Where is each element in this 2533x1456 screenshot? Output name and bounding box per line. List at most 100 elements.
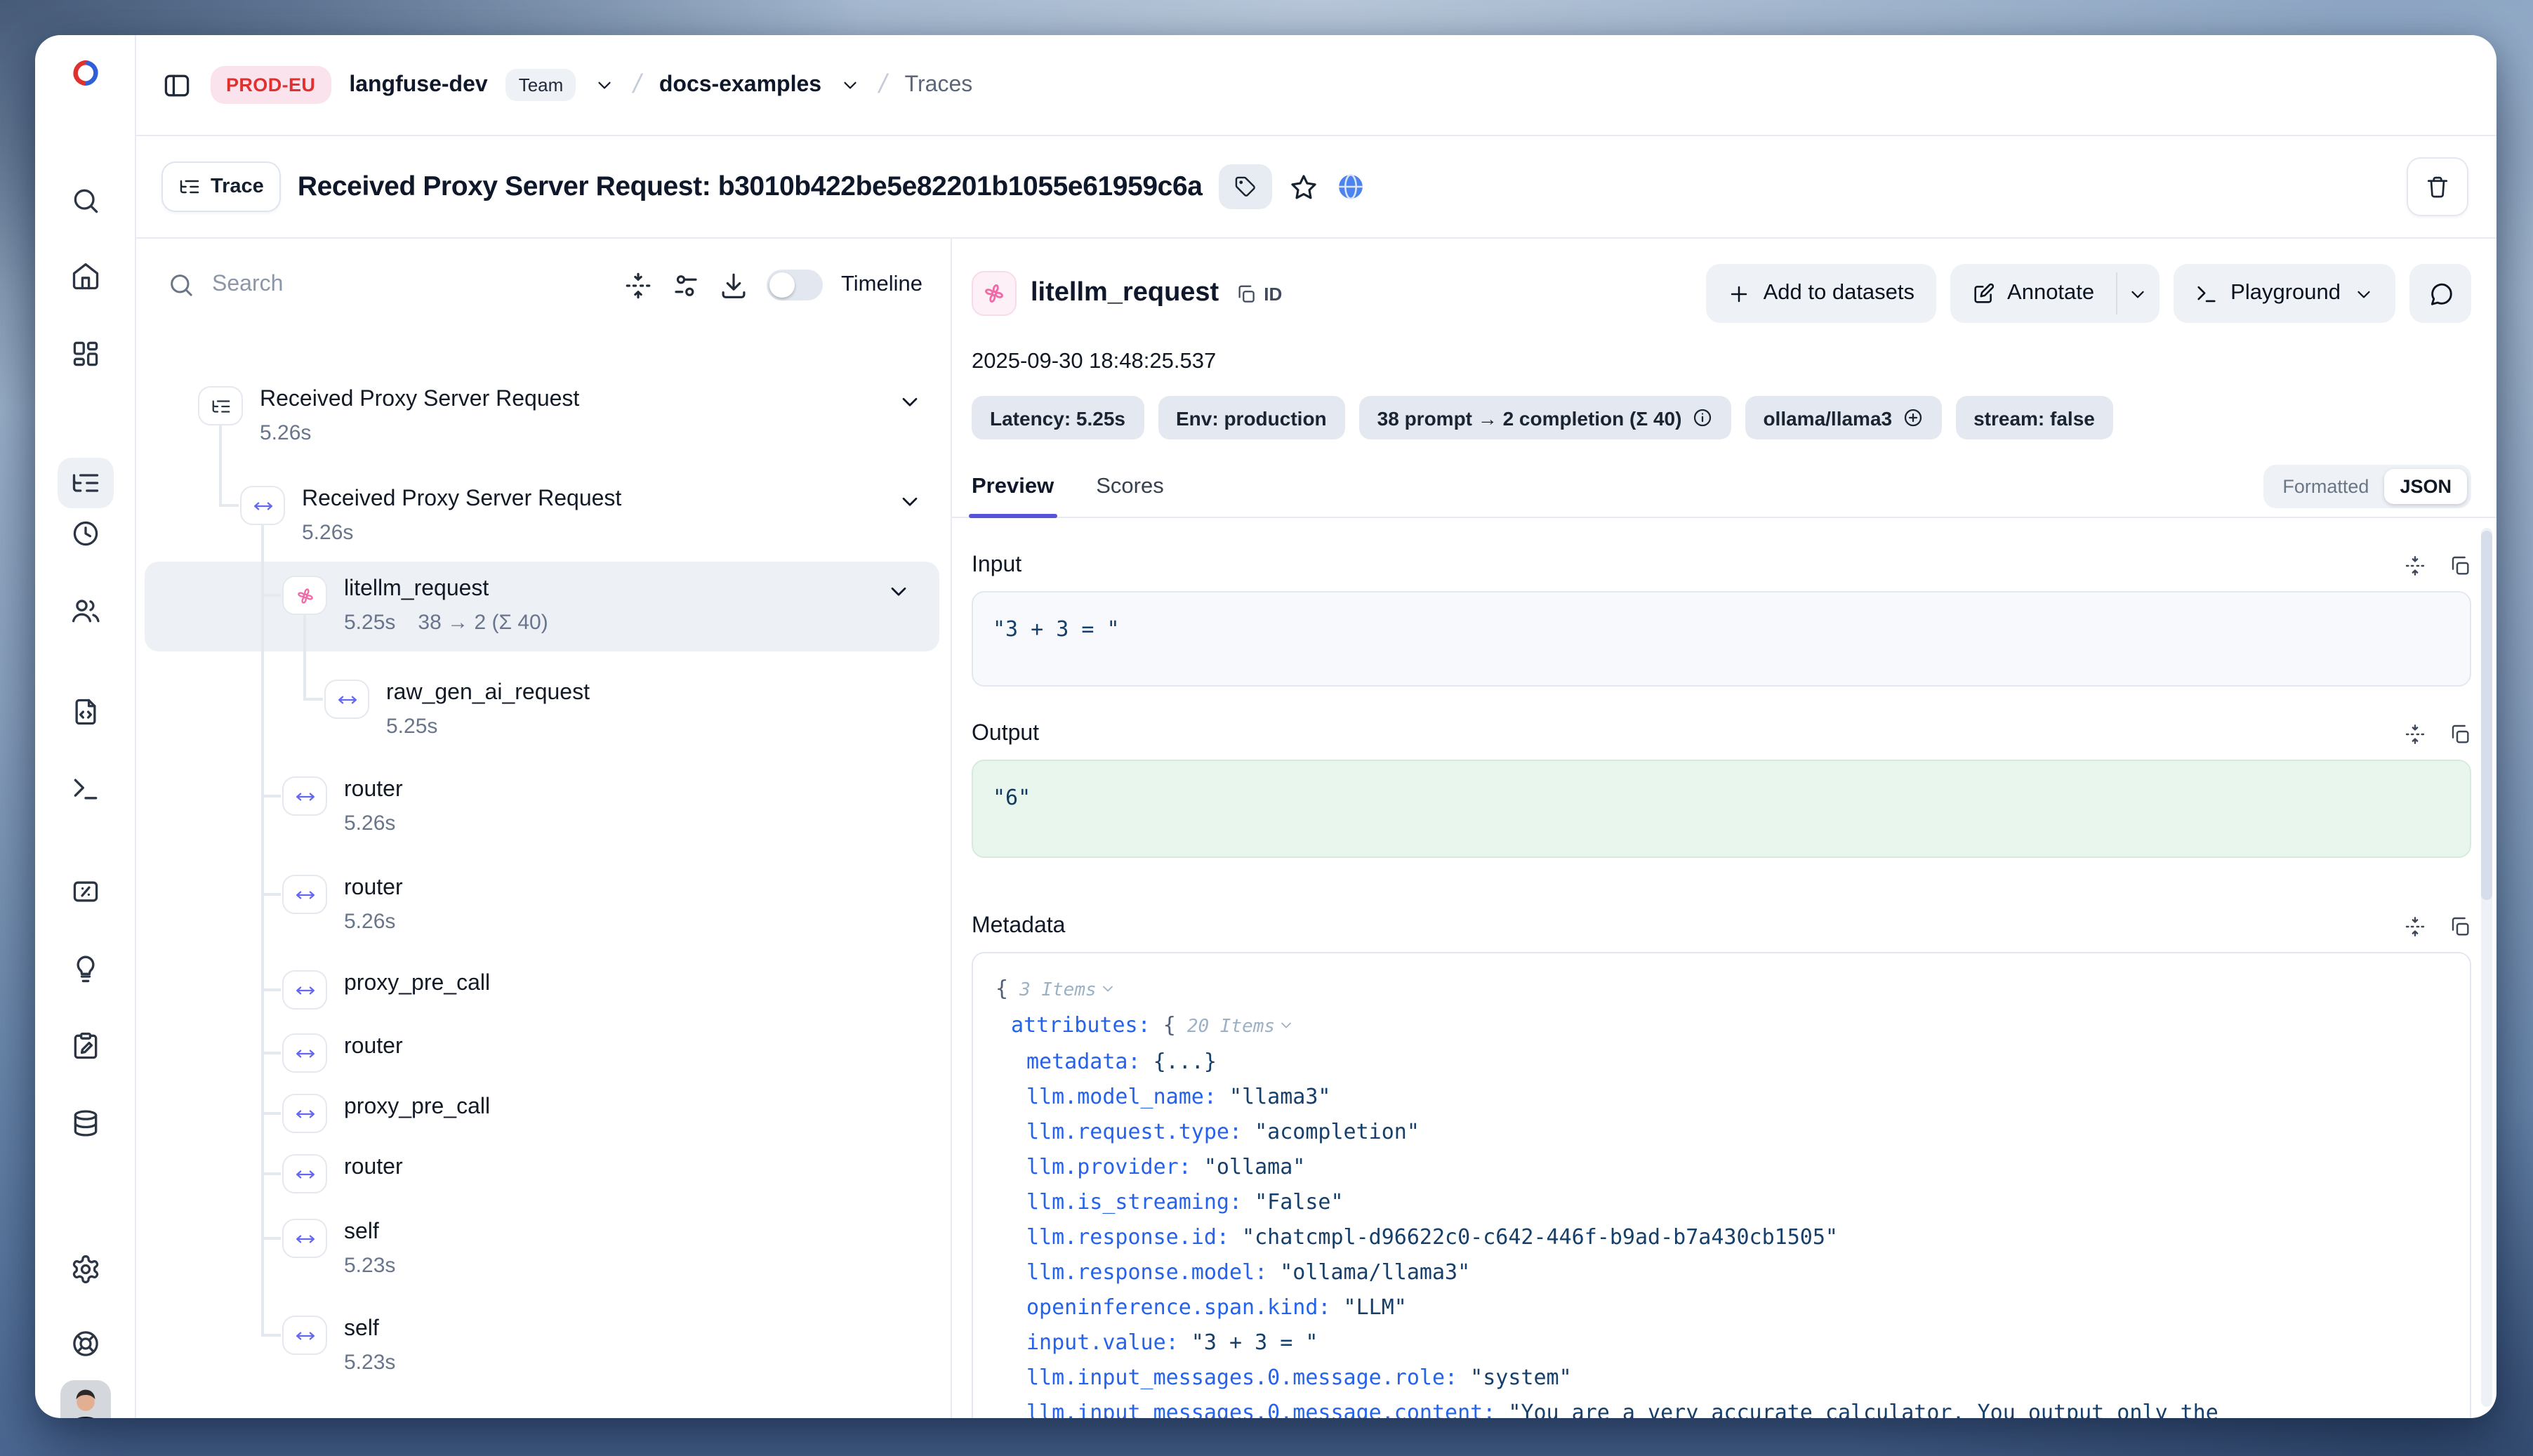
collapse-icon[interactable] [2404, 915, 2426, 938]
metadata-json-line: metadata: {...} [996, 1045, 2447, 1080]
org-type-badge: Team [506, 69, 576, 101]
fold-vertical-icon[interactable] [623, 270, 653, 300]
project-name[interactable]: docs-examples [659, 72, 821, 98]
tree-connector [261, 594, 281, 596]
sidebar-item-tracing-icon[interactable] [57, 458, 113, 508]
org-name[interactable]: langfuse-dev [349, 72, 487, 98]
timeline-toggle[interactable] [767, 270, 823, 300]
sidebar-item-lifebuoy-icon[interactable] [57, 1318, 113, 1369]
sidebar-item-users-icon[interactable] [57, 585, 113, 636]
tree-connector [261, 988, 281, 991]
sidebar-item-dashboards-icon[interactable] [57, 329, 113, 379]
metadata-json-line[interactable]: {3 Items [996, 972, 2447, 1008]
tree-connector [261, 1052, 281, 1054]
metadata-label: Metadata [972, 914, 1065, 939]
metadata-json-line[interactable]: attributes: {20 Items [996, 1008, 2447, 1045]
input-value-box: "3 + 3 = " [972, 591, 2471, 687]
sidebar-item-terminal-icon[interactable] [57, 764, 113, 814]
annotate-chevron-button[interactable] [2117, 264, 2159, 323]
playground-button[interactable]: Playground [2173, 264, 2395, 323]
playground-chevron-icon [2353, 282, 2374, 305]
metadata-json-line: llm.provider: "ollama" [996, 1150, 2447, 1185]
filter-sliders-icon[interactable] [671, 270, 701, 300]
tree-node-router[interactable]: router5.26s [136, 769, 951, 848]
sidebar-item-percent-card-icon[interactable] [57, 866, 113, 917]
output-section-header: Output [972, 722, 2471, 747]
add-to-datasets-button[interactable]: Add to datasets [1706, 264, 1936, 323]
trace-type-chip: Trace [161, 161, 281, 212]
tree-connector [219, 424, 221, 505]
terminal-icon [2194, 282, 2218, 305]
observation-actions: Add to datasets Annotate P [1706, 264, 2471, 323]
tree-node-router[interactable]: router [136, 1149, 951, 1196]
sidebar-item-settings-icon[interactable] [57, 1244, 113, 1295]
span-icon [324, 680, 369, 719]
environment-badge[interactable]: PROD-EU [211, 66, 331, 104]
annotate-button[interactable]: Annotate [1950, 264, 2115, 323]
tree-node-router[interactable]: router5.26s [136, 868, 951, 946]
search-input[interactable] [209, 271, 369, 299]
info-icon[interactable] [1691, 407, 1712, 428]
format-option-formatted[interactable]: Formatted [2267, 469, 2384, 504]
globe-icon[interactable] [1336, 171, 1367, 202]
app-window: PROD-EU langfuse-dev Team / docs-example… [35, 35, 2496, 1418]
chevron-down-icon[interactable] [886, 578, 911, 611]
scrollbar-thumb[interactable] [2481, 531, 2492, 900]
sidebar-item-home-icon[interactable] [57, 251, 113, 302]
collapse-icon[interactable] [2404, 723, 2426, 746]
copy-icon[interactable] [2449, 555, 2471, 577]
plus-icon [1727, 282, 1751, 305]
sidebar-item-database-icon[interactable] [57, 1098, 113, 1149]
tree-node-raw-gen-ai-request[interactable]: raw_gen_ai_request5.25s [136, 673, 951, 751]
delete-trace-button[interactable] [2407, 157, 2468, 216]
generation-icon [972, 271, 1017, 316]
sidebar-toggle-icon[interactable] [161, 70, 192, 100]
status-badge: 38 prompt → 2 completion (Σ 40) [1359, 396, 1731, 439]
desktop-background: PROD-EU langfuse-dev Team / docs-example… [0, 0, 2533, 1456]
metadata-json-line: input.value: "3 + 3 = " [996, 1325, 2447, 1361]
sidebar-item-sessions-icon[interactable] [57, 508, 113, 559]
chevron-down-icon[interactable] [897, 389, 922, 421]
sidebar-item-search-icon[interactable] [57, 176, 113, 226]
chevron-down-icon[interactable] [897, 489, 922, 521]
avatar[interactable] [60, 1380, 110, 1418]
project-chevron-down-icon[interactable] [840, 74, 861, 95]
star-icon[interactable] [1290, 172, 1319, 201]
scrollbar[interactable] [2481, 528, 2492, 1407]
tab-scores[interactable]: Scores [1096, 475, 1164, 517]
copy-icon[interactable] [2449, 915, 2471, 938]
langfuse-logo-icon[interactable] [67, 55, 103, 91]
collapse-icon[interactable] [2404, 555, 2426, 577]
timeline-label: Timeline [841, 272, 922, 298]
sidebar-item-clipboard-pen-icon[interactable] [57, 1021, 113, 1071]
output-label: Output [972, 722, 1039, 747]
tree-toolbar: Timeline [136, 239, 951, 312]
copy-id-button[interactable]: ID [1236, 283, 1282, 304]
tree-node-router[interactable]: router [136, 1028, 951, 1076]
span-icon [282, 970, 327, 1010]
tree-node-received-proxy-server-request[interactable]: Received Proxy Server Request5.26s [136, 379, 951, 458]
search-input-wrap [167, 271, 605, 299]
metadata-section-header: Metadata [972, 914, 2471, 939]
tag-icon[interactable] [1219, 164, 1273, 209]
span-icon [282, 1094, 327, 1133]
tree-node-received-proxy-server-request[interactable]: Received Proxy Server Request5.26s [136, 479, 951, 557]
tree-node-self[interactable]: self5.23s [136, 1212, 951, 1290]
tree-node-proxy-pre-call[interactable]: proxy_pre_call [136, 1088, 951, 1136]
plus-circle-icon[interactable] [1902, 407, 1923, 428]
format-option-json[interactable]: JSON [2384, 469, 2467, 504]
tree-node-litellm-request[interactable]: litellm_request5.25s38 → 2 (Σ 40) [145, 562, 939, 651]
breadcrumb-section[interactable]: Traces [905, 72, 973, 98]
download-icon[interactable] [719, 270, 748, 300]
sidebar-item-file-code-icon[interactable] [57, 687, 113, 737]
metadata-json-line: llm.input_messages.0.message.content: "Y… [996, 1396, 2447, 1418]
metadata-json-line: llm.is_streaming: "False" [996, 1185, 2447, 1220]
org-chevron-down-icon[interactable] [594, 74, 615, 95]
tree-node-proxy-pre-call[interactable]: proxy_pre_call [136, 965, 951, 1012]
comment-button[interactable] [2409, 264, 2471, 323]
tree-node-self[interactable]: self5.23s [136, 1309, 951, 1387]
tab-preview[interactable]: Preview [972, 475, 1054, 517]
trace-icon [198, 386, 243, 425]
sidebar-item-lightbulb-icon[interactable] [57, 944, 113, 994]
copy-icon[interactable] [2449, 723, 2471, 746]
